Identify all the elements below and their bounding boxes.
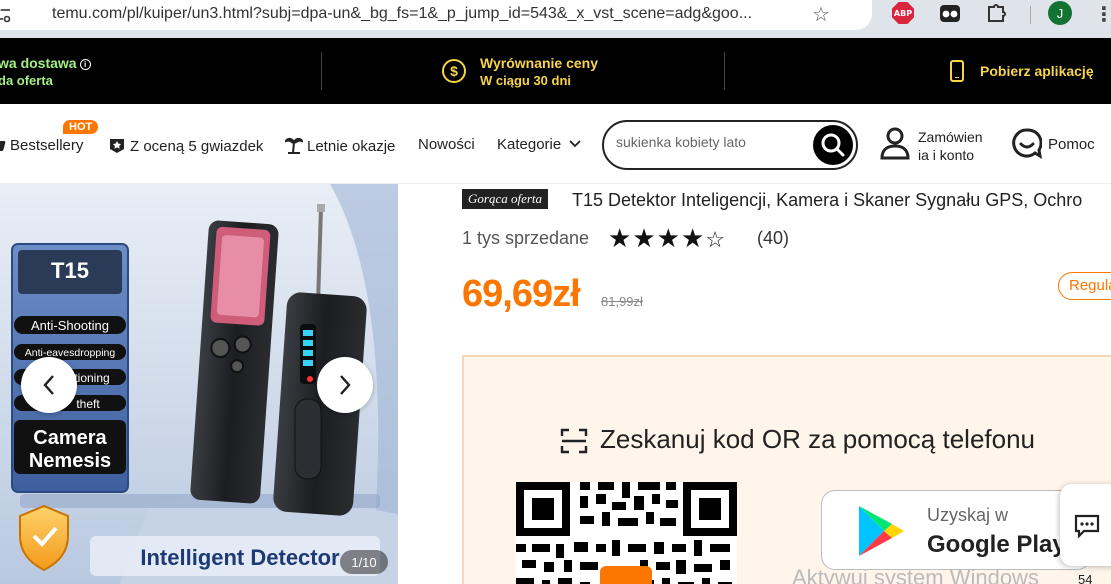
gallery-counter: 1/10 — [340, 550, 388, 574]
price-adjust-subtitle: W ciągu 30 dni — [480, 73, 572, 88]
free-delivery-promo[interactable]: wa dostawa i da oferta — [0, 55, 91, 88]
address-bar[interactable]: temu.com/pl/kuiper/un3.html?subj=dpa-un&… — [0, 0, 872, 30]
site-settings-icon[interactable] — [0, 6, 12, 24]
nav-bestsellers-label: Bestsellery — [10, 137, 84, 154]
hot-deal-badge: Gorąca oferta — [462, 189, 549, 209]
nav-bestsellers[interactable]: Bestsellery — [0, 136, 83, 154]
nav-summer-deals[interactable]: Letnie okazje — [284, 136, 396, 155]
browser-menu-icon[interactable]: ⋮ — [1094, 2, 1111, 27]
chevron-down-icon — [569, 140, 582, 148]
qr-code[interactable] — [516, 482, 737, 584]
orders-and-account[interactable]: Zamówien ia i konto — [880, 126, 983, 165]
chat-icon — [1074, 514, 1100, 538]
promo-divider — [321, 52, 322, 90]
adblock-extension-icon[interactable]: ABP — [892, 2, 918, 26]
label-anti-theft: theft — [76, 397, 100, 411]
toolbar-divider — [1030, 6, 1031, 24]
browser-toolbar: temu.com/pl/kuiper/un3.html?subj=dpa-un&… — [0, 0, 1111, 38]
download-app-label: Pobierz aplikację — [980, 63, 1094, 79]
user-icon — [880, 127, 910, 160]
download-app-promo[interactable]: Pobierz aplikację — [950, 60, 1094, 82]
nav-categories[interactable]: Kategorie — [497, 136, 582, 153]
google-play-line2: Google Play — [927, 531, 1066, 558]
palm-tree-icon — [284, 137, 304, 154]
label-intelligent-detector: Intelligent Detector — [140, 545, 340, 570]
nav-five-stars[interactable]: Z oceną 5 gwiazdek — [108, 136, 263, 155]
label-positioning: tioning — [74, 371, 109, 385]
side-number: 54 — [1078, 572, 1093, 584]
nav-categories-label: Kategorie — [497, 136, 562, 153]
google-play-line1: Uzyskaj w — [927, 505, 1009, 525]
product-title: T15 Detektor Inteligencji, Kamera i Skan… — [572, 190, 1083, 210]
search-box — [602, 120, 858, 170]
info-icon[interactable]: i — [79, 59, 91, 70]
nav-summer-label: Letnie okazje — [307, 138, 396, 155]
review-count[interactable]: (40) — [757, 228, 789, 249]
qr-code-image — [516, 482, 737, 584]
search-input[interactable] — [616, 134, 806, 150]
account-line1: Zamówien — [918, 129, 983, 145]
star-badge-icon — [110, 139, 124, 153]
main-navigation: Bestsellery HOT Z oceną 5 gwiazdek Letni… — [0, 104, 1111, 184]
sold-count: 1 tys sprzedane — [462, 228, 590, 248]
promo-bar: wa dostawa i da oferta $ Wyrównanie ceny … — [0, 38, 1111, 104]
google-play-icon — [859, 506, 904, 556]
delivery-title: wa dostawa — [0, 55, 77, 71]
help-link[interactable]: Pomoc — [1012, 128, 1095, 165]
label-camera: Camera — [33, 427, 107, 449]
chat-support-button[interactable] — [1060, 484, 1111, 566]
star-icon: ★ — [680, 224, 706, 254]
profile-avatar[interactable]: J — [1048, 1, 1072, 25]
regular-price-tag[interactable]: Regula — [1058, 272, 1111, 300]
gallery-prev-button[interactable] — [21, 357, 77, 413]
nav-new[interactable]: Nowości — [418, 136, 475, 153]
search-icon — [821, 133, 845, 157]
scan-icon — [560, 428, 588, 454]
price-adjust-title: Wyrównanie ceny — [480, 55, 599, 71]
chevron-right-icon — [340, 375, 351, 395]
abp-label: ABP — [892, 2, 914, 24]
support-smile-icon — [1012, 128, 1043, 159]
star-outline-icon: ☆ — [705, 228, 726, 253]
label-t15: T15 — [51, 258, 89, 283]
star-icon: ★ — [656, 224, 681, 254]
glasses-extension-icon — [940, 5, 960, 22]
label-nemesis: Nemesis — [29, 450, 111, 472]
rating-stars[interactable]: ★★★★☆ — [608, 224, 726, 254]
phone-icon — [950, 60, 964, 82]
hot-badge: HOT — [63, 120, 99, 134]
windows-activation-watermark: Aktywuj system Windows — [792, 565, 1039, 584]
promo-divider — [724, 52, 725, 90]
help-label: Pomoc — [1048, 136, 1095, 153]
label-anti-eavesdropping: Anti-eavesdropping — [25, 347, 116, 359]
url-text[interactable]: temu.com/pl/kuiper/un3.html?subj=dpa-un&… — [52, 5, 812, 23]
account-line2: ia i konto — [918, 147, 975, 163]
price-coin-icon: $ — [442, 59, 466, 83]
chevron-left-icon — [43, 375, 54, 395]
scan-qr-text: Zeskanuj kod OR za pomocą telefonu — [600, 424, 1036, 454]
nav-five-stars-label: Z oceną 5 gwiazdek — [130, 138, 264, 155]
delivery-subtitle: da oferta — [0, 73, 53, 88]
current-price: 69,69zł — [462, 273, 581, 315]
search-button[interactable] — [813, 125, 853, 165]
extensions-puzzle-icon[interactable] — [984, 2, 1010, 26]
label-anti-shooting: Anti-Shooting — [31, 318, 109, 333]
google-play-button[interactable]: Uzyskaj w Google Play — [821, 490, 1091, 570]
original-price: 81,99zł — [601, 294, 643, 309]
extension-icon[interactable] — [938, 2, 964, 26]
star-icon: ★ — [608, 224, 633, 254]
bookmark-star-icon[interactable]: ☆ — [812, 2, 830, 27]
gallery-next-button[interactable] — [317, 357, 373, 413]
thumbs-up-icon — [0, 141, 6, 151]
star-icon: ★ — [632, 224, 657, 254]
